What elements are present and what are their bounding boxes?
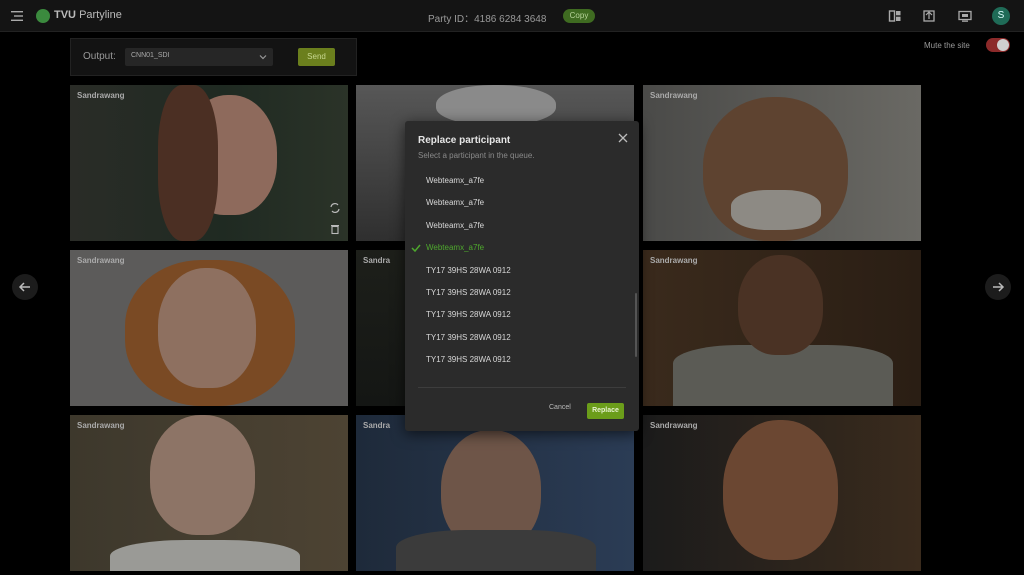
tile-name: Sandrawang: [650, 256, 698, 265]
tile-name: Sandrawang: [650, 421, 698, 430]
output-label: Output:: [83, 51, 116, 62]
copy-button[interactable]: Copy: [563, 9, 595, 23]
mute-label: Mute the site: [924, 41, 970, 50]
queue-item-label: Webteamx_a7fe: [426, 198, 485, 207]
tile-name: Sandra: [363, 256, 391, 265]
app-suffix: Partyline: [79, 9, 122, 21]
arrow-left-icon: [18, 282, 30, 292]
menu-icon[interactable]: [10, 9, 24, 23]
queue-item-label: TY17 39HS 28WA 0912: [426, 288, 511, 297]
queue-item-label: Webteamx_a7fe: [426, 243, 485, 252]
video-tile[interactable]: Sandrawang: [70, 415, 348, 571]
queue-item-label: Webteamx_a7fe: [426, 221, 485, 230]
dialog-subtitle: Select a participant in the queue.: [418, 151, 535, 160]
queue-item-label: TY17 39HS 28WA 0912: [426, 310, 511, 319]
logo-icon: [36, 9, 50, 23]
replace-button[interactable]: Replace: [587, 403, 624, 419]
participant-face: [723, 420, 838, 560]
next-page-button[interactable]: [985, 274, 1011, 300]
tile-name: Sandrawang: [77, 91, 125, 100]
queue-item-label: TY17 39HS 28WA 0912: [426, 355, 511, 364]
video-tile[interactable]: Sandrawang: [643, 85, 921, 241]
avatar[interactable]: S: [992, 7, 1010, 25]
queue-item[interactable]: TY17 39HS 28WA 0912: [426, 333, 511, 342]
tile-name: Sandrawang: [77, 421, 125, 430]
participant-face: [738, 255, 823, 355]
participant-face: [150, 415, 255, 535]
send-button[interactable]: Send: [298, 48, 335, 66]
participant-beard: [731, 190, 821, 230]
tile-name: Sandra: [363, 421, 391, 430]
screen-share-icon[interactable]: [958, 9, 972, 23]
participant-hair: [158, 85, 218, 241]
queue-item[interactable]: Webteamx_a7fe: [426, 221, 484, 230]
app-title: TVU Partyline: [54, 9, 122, 21]
replace-participant-dialog: Replace participant Select a participant…: [405, 121, 639, 431]
list-scrollbar[interactable]: [635, 293, 637, 357]
switch-view-icon[interactable]: [922, 9, 936, 23]
arrow-right-icon: [993, 282, 1005, 292]
participant-face: [158, 268, 256, 388]
previous-page-button[interactable]: [12, 274, 38, 300]
output-select[interactable]: CNN01_SDI: [125, 48, 273, 66]
output-panel: Output: CNN01_SDI Send: [70, 38, 357, 76]
participant-shirt: [396, 530, 596, 571]
tile-name: Sandrawang: [650, 91, 698, 100]
participant-face: [436, 85, 556, 125]
video-tile[interactable]: Sandrawang: [70, 250, 348, 406]
tile-name: Sandrawang: [77, 256, 125, 265]
top-bar: TVU Partyline Party ID：4186 6284 3648 Co…: [0, 0, 1024, 32]
dialog-title: Replace participant: [418, 135, 511, 146]
party-id: Party ID：4186 6284 3648: [428, 10, 546, 25]
chevron-down-icon: [259, 55, 267, 60]
check-icon: [411, 244, 421, 253]
queue-item[interactable]: TY17 39HS 28WA 0912: [426, 310, 511, 319]
output-select-value: CNN01_SDI: [131, 52, 170, 59]
app-name: TVU: [54, 9, 76, 21]
queue-item[interactable]: TY17 39HS 28WA 0912: [426, 266, 511, 275]
queue-item-label: Webteamx_a7fe: [426, 176, 485, 185]
queue-item-selected[interactable]: Webteamx_a7fe: [411, 243, 485, 253]
cancel-button[interactable]: Cancel: [549, 404, 571, 411]
mute-toggle-knob: [997, 39, 1009, 51]
video-tile[interactable]: Sandrawang: [70, 85, 348, 241]
swap-icon[interactable]: [329, 202, 341, 214]
queue-item[interactable]: TY17 39HS 28WA 0912: [426, 355, 511, 364]
queue-item[interactable]: TY17 39HS 28WA 0912: [426, 288, 511, 297]
participant-queue-list: Webteamx_a7fe Webteamx_a7fe Webteamx_a7f…: [405, 170, 639, 386]
mute-toggle[interactable]: [986, 38, 1010, 52]
layout-icon[interactable]: [888, 9, 902, 23]
video-tile[interactable]: Sandrawang: [643, 250, 921, 406]
queue-item[interactable]: Webteamx_a7fe: [426, 198, 484, 207]
queue-item[interactable]: Webteamx_a7fe: [426, 176, 484, 185]
participant-shirt: [110, 540, 300, 571]
video-tile[interactable]: Sandrawang: [643, 415, 921, 571]
close-icon[interactable]: [617, 132, 629, 144]
queue-item-label: TY17 39HS 28WA 0912: [426, 266, 511, 275]
party-id-label: Party ID：: [428, 14, 475, 25]
video-tile[interactable]: Sandra: [356, 415, 634, 571]
queue-item-label: TY17 39HS 28WA 0912: [426, 333, 511, 342]
trash-icon[interactable]: [329, 223, 341, 235]
party-id-value: 4186 6284 3648: [474, 14, 547, 25]
dialog-divider: [418, 387, 626, 388]
